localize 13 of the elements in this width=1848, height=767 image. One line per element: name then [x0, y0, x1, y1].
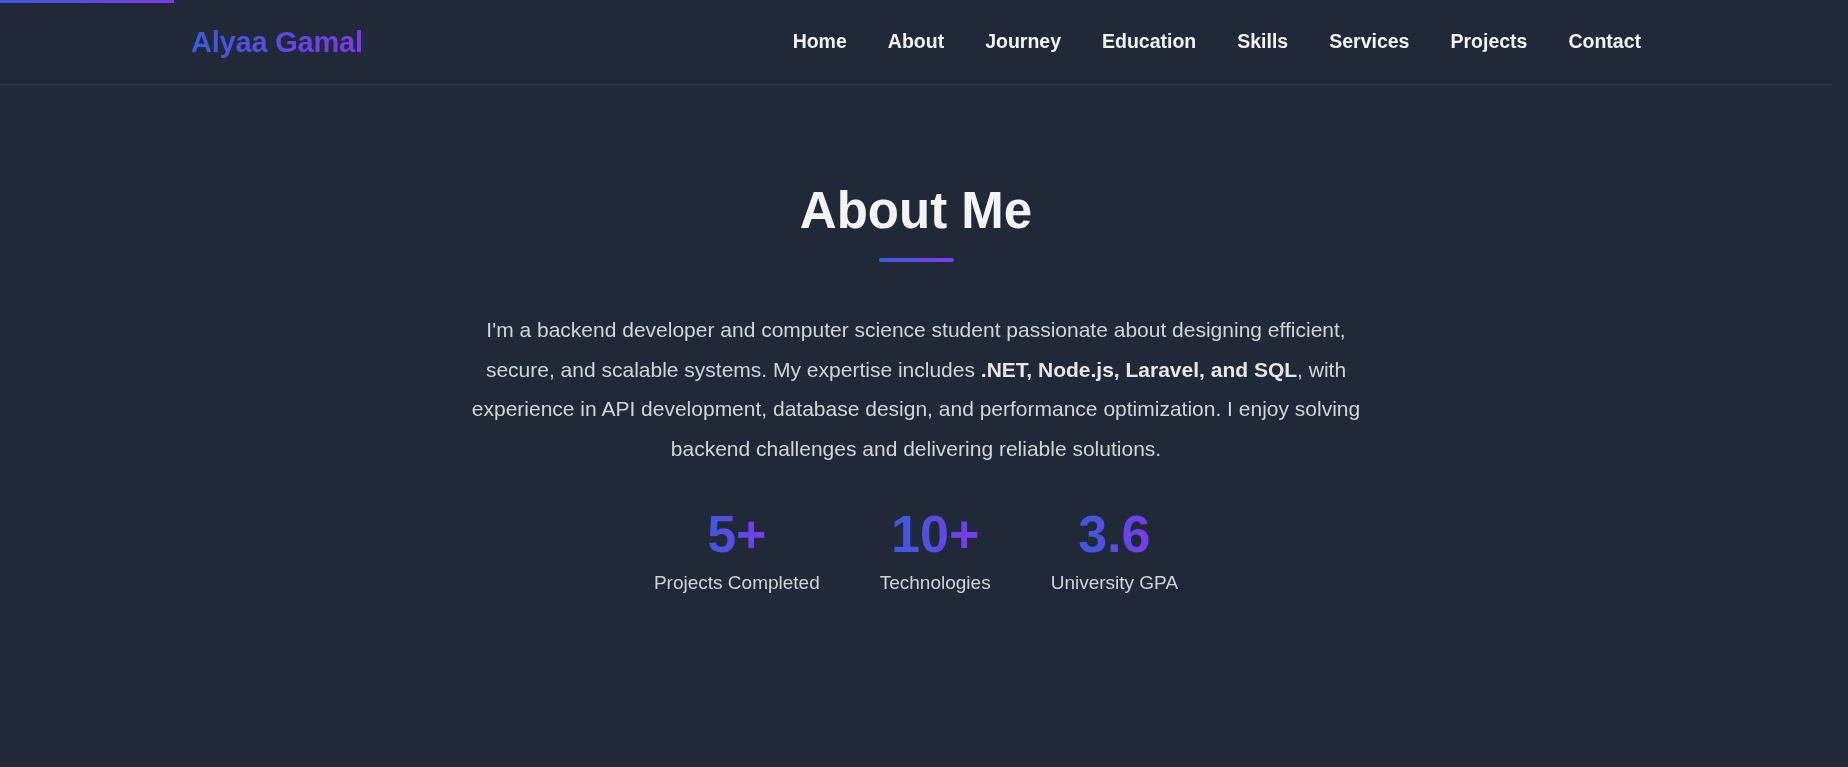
- nav-link[interactable]: Projects: [1450, 29, 1528, 55]
- nav-link[interactable]: Services: [1329, 29, 1410, 55]
- stat-label: Technologies: [879, 571, 991, 595]
- stat-label: University GPA: [1050, 571, 1179, 595]
- nav-link[interactable]: Home: [792, 29, 847, 55]
- nav-link[interactable]: Contact: [1568, 29, 1641, 55]
- nav-link[interactable]: Journey: [985, 29, 1061, 55]
- nav-link[interactable]: Skills: [1237, 29, 1289, 55]
- nav-link[interactable]: About: [887, 29, 945, 55]
- stat-label: Projects Completed: [653, 571, 820, 595]
- about-paragraph: I'm a backend developer and computer science student passionate about designing efficient, secure, and scalable systems. My expertise includes .NET, Node.js, Laravel, and SQL, with experience in API development, database design, and performance optimization. I enjoy solving backend challenges and delivering reliable solutions.: [470, 317, 1362, 462]
- section-heading: About Me: [799, 181, 1033, 241]
- nav-link[interactable]: Education: [1102, 29, 1197, 55]
